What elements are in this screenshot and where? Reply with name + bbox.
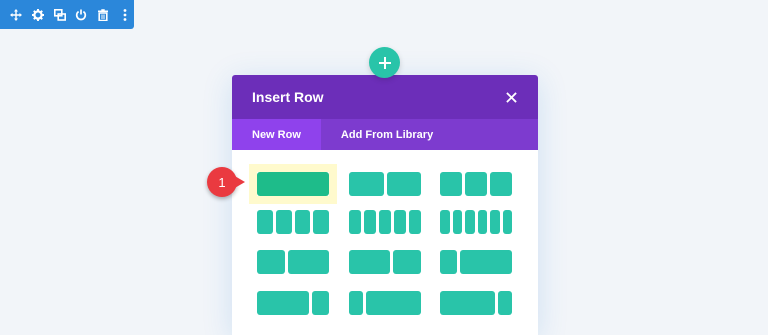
power-icon: [76, 9, 87, 20]
close-icon: [505, 91, 517, 103]
tab-new-row[interactable]: New Row: [232, 119, 321, 150]
layout-column: [365, 291, 421, 315]
layout-column: [440, 210, 450, 234]
layout-column: [287, 250, 329, 274]
gear-icon: [32, 8, 44, 21]
close-button[interactable]: [504, 90, 518, 104]
tab-add-from-library[interactable]: Add From Library: [321, 119, 453, 150]
layout-column: [490, 210, 500, 234]
layout-column: [386, 172, 421, 196]
modal-tabs: New Row Add From Library: [232, 119, 538, 150]
layout-column: [349, 291, 363, 315]
toggle-button[interactable]: [72, 5, 91, 24]
modal-header: Insert Row: [232, 75, 538, 119]
layout-column: [452, 210, 462, 234]
more-button[interactable]: [115, 5, 134, 24]
layout-column: [379, 210, 391, 234]
layout-column: [502, 210, 512, 234]
step-pointer: [233, 175, 245, 189]
layout-column: [275, 210, 292, 234]
insert-row-button[interactable]: [369, 47, 400, 78]
layout-option[interactable]: [349, 210, 421, 234]
duplicate-icon: [53, 8, 66, 21]
layout-column: [364, 210, 376, 234]
trash-icon: [98, 8, 109, 21]
layout-column: [257, 250, 285, 274]
layout-option[interactable]: [249, 164, 337, 204]
layout-column: [294, 210, 311, 234]
layout-column: [440, 291, 496, 315]
plus-icon: [378, 56, 391, 69]
layout-column: [313, 210, 329, 234]
layout-column: [440, 172, 462, 196]
layout-column: [311, 291, 329, 315]
layout-column: [465, 172, 487, 196]
layout-option[interactable]: [257, 250, 329, 274]
layout-column: [465, 210, 475, 234]
move-button[interactable]: [7, 5, 26, 24]
layout-column: [394, 210, 406, 234]
move-icon: [10, 8, 23, 21]
layout-column: [409, 210, 421, 234]
settings-button[interactable]: [29, 5, 48, 24]
layout-column: [490, 172, 512, 196]
layout-column: [349, 172, 384, 196]
step-marker: 1: [207, 167, 247, 197]
layout-option[interactable]: [257, 291, 329, 315]
layout-option[interactable]: [440, 210, 512, 234]
modal-title: Insert Row: [252, 89, 324, 105]
layout-option[interactable]: [349, 291, 421, 315]
layout-option[interactable]: [440, 250, 512, 274]
layout-column: [460, 250, 512, 274]
duplicate-button[interactable]: [50, 5, 69, 24]
layout-option[interactable]: [349, 250, 421, 274]
layout-column: [349, 210, 361, 234]
layout-column: [257, 210, 273, 234]
layout-option[interactable]: [349, 172, 421, 196]
layout-column: [498, 291, 512, 315]
more-icon: [123, 8, 127, 21]
layout-option[interactable]: [440, 172, 512, 196]
layout-column: [349, 250, 391, 274]
layout-column: [257, 172, 329, 196]
layout-column: [257, 291, 309, 315]
row-toolbar: [0, 0, 134, 29]
delete-button[interactable]: [94, 5, 113, 24]
insert-row-modal: Insert Row New Row Add From Library: [232, 75, 538, 335]
layout-column: [477, 210, 487, 234]
layout-option[interactable]: [257, 210, 329, 234]
layout-column: [440, 250, 458, 274]
layout-column: [393, 250, 421, 274]
layout-option[interactable]: [440, 291, 512, 315]
